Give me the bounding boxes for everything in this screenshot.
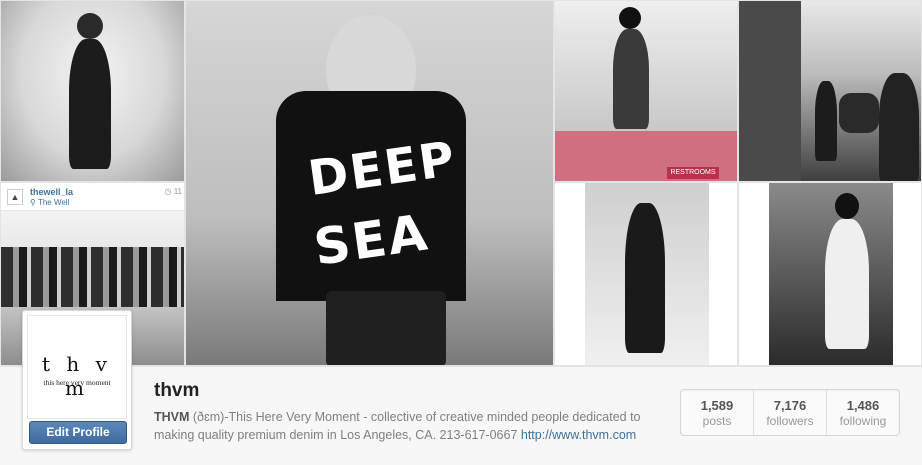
profile-username: thvm xyxy=(154,380,200,401)
car xyxy=(839,93,879,133)
profile-stats: 1,589 posts 7,176 followers 1,486 follow… xyxy=(680,389,900,436)
embedded-post-avatar-icon: ▲ xyxy=(7,189,23,205)
embedded-post-time: ◷ 11 xyxy=(164,187,182,196)
stat-following[interactable]: 1,486 following xyxy=(827,390,899,435)
bio-name: THVM xyxy=(154,410,190,424)
model-figure xyxy=(613,29,649,129)
stat-followers[interactable]: 7,176 followers xyxy=(754,390,827,435)
model-jeans xyxy=(326,291,446,365)
profile-avatar: t h v m this here very moment xyxy=(27,315,127,419)
model-figure xyxy=(825,219,869,349)
embedded-post-time-value: 11 xyxy=(173,187,182,196)
grid-photo-big[interactable]: DEEP SEA xyxy=(185,0,554,366)
model-head xyxy=(619,7,641,29)
stat-following-value: 1,486 xyxy=(846,398,880,413)
stat-posts-label: posts xyxy=(702,414,732,428)
truck-sign: RESTROOMS xyxy=(667,167,719,179)
stat-following-label: following xyxy=(839,414,887,428)
logo-text: t h v m xyxy=(42,352,112,400)
truck-photo xyxy=(555,1,737,131)
embedded-post-location[interactable]: ⚲ The Well xyxy=(30,198,69,207)
logo-subtext: this here very moment xyxy=(43,378,111,387)
model-figure xyxy=(625,203,665,353)
clothes-rack xyxy=(1,247,184,307)
clock-icon: ◷ xyxy=(164,187,174,196)
model-figure xyxy=(879,73,919,181)
grid-photo-street[interactable] xyxy=(738,0,922,182)
location-pin-icon: ⚲ xyxy=(30,198,38,207)
building-wall xyxy=(739,1,801,181)
profile-bio: THVM (ðɛm)-This Here Very Moment - colle… xyxy=(154,408,664,444)
grid-photo-1[interactable] xyxy=(0,0,185,182)
model-figure xyxy=(815,81,837,161)
model-head xyxy=(835,193,859,219)
profile-avatar-card: t h v m this here very moment Edit Profi… xyxy=(22,310,132,450)
embedded-post-header: ▲ thewell_la ⚲ The Well ◷ 11 xyxy=(1,183,184,211)
embedded-post-username[interactable]: thewell_la xyxy=(30,187,73,197)
model-figure xyxy=(69,39,111,169)
bio-website-link[interactable]: http://www.thvm.com xyxy=(521,428,636,442)
stat-posts[interactable]: 1,589 posts xyxy=(681,390,754,435)
stat-followers-value: 7,176 xyxy=(773,398,807,413)
edit-profile-button[interactable]: Edit Profile xyxy=(29,421,127,444)
grid-photo-truck[interactable]: RESTROOMS xyxy=(554,0,738,182)
stat-followers-label: followers xyxy=(766,414,814,428)
embedded-post-location-label: The Well xyxy=(37,198,70,207)
grid-photo-7[interactable] xyxy=(738,182,922,366)
grid-photo-6[interactable] xyxy=(554,182,738,366)
model-head xyxy=(77,13,103,39)
stat-posts-value: 1,589 xyxy=(700,398,734,413)
